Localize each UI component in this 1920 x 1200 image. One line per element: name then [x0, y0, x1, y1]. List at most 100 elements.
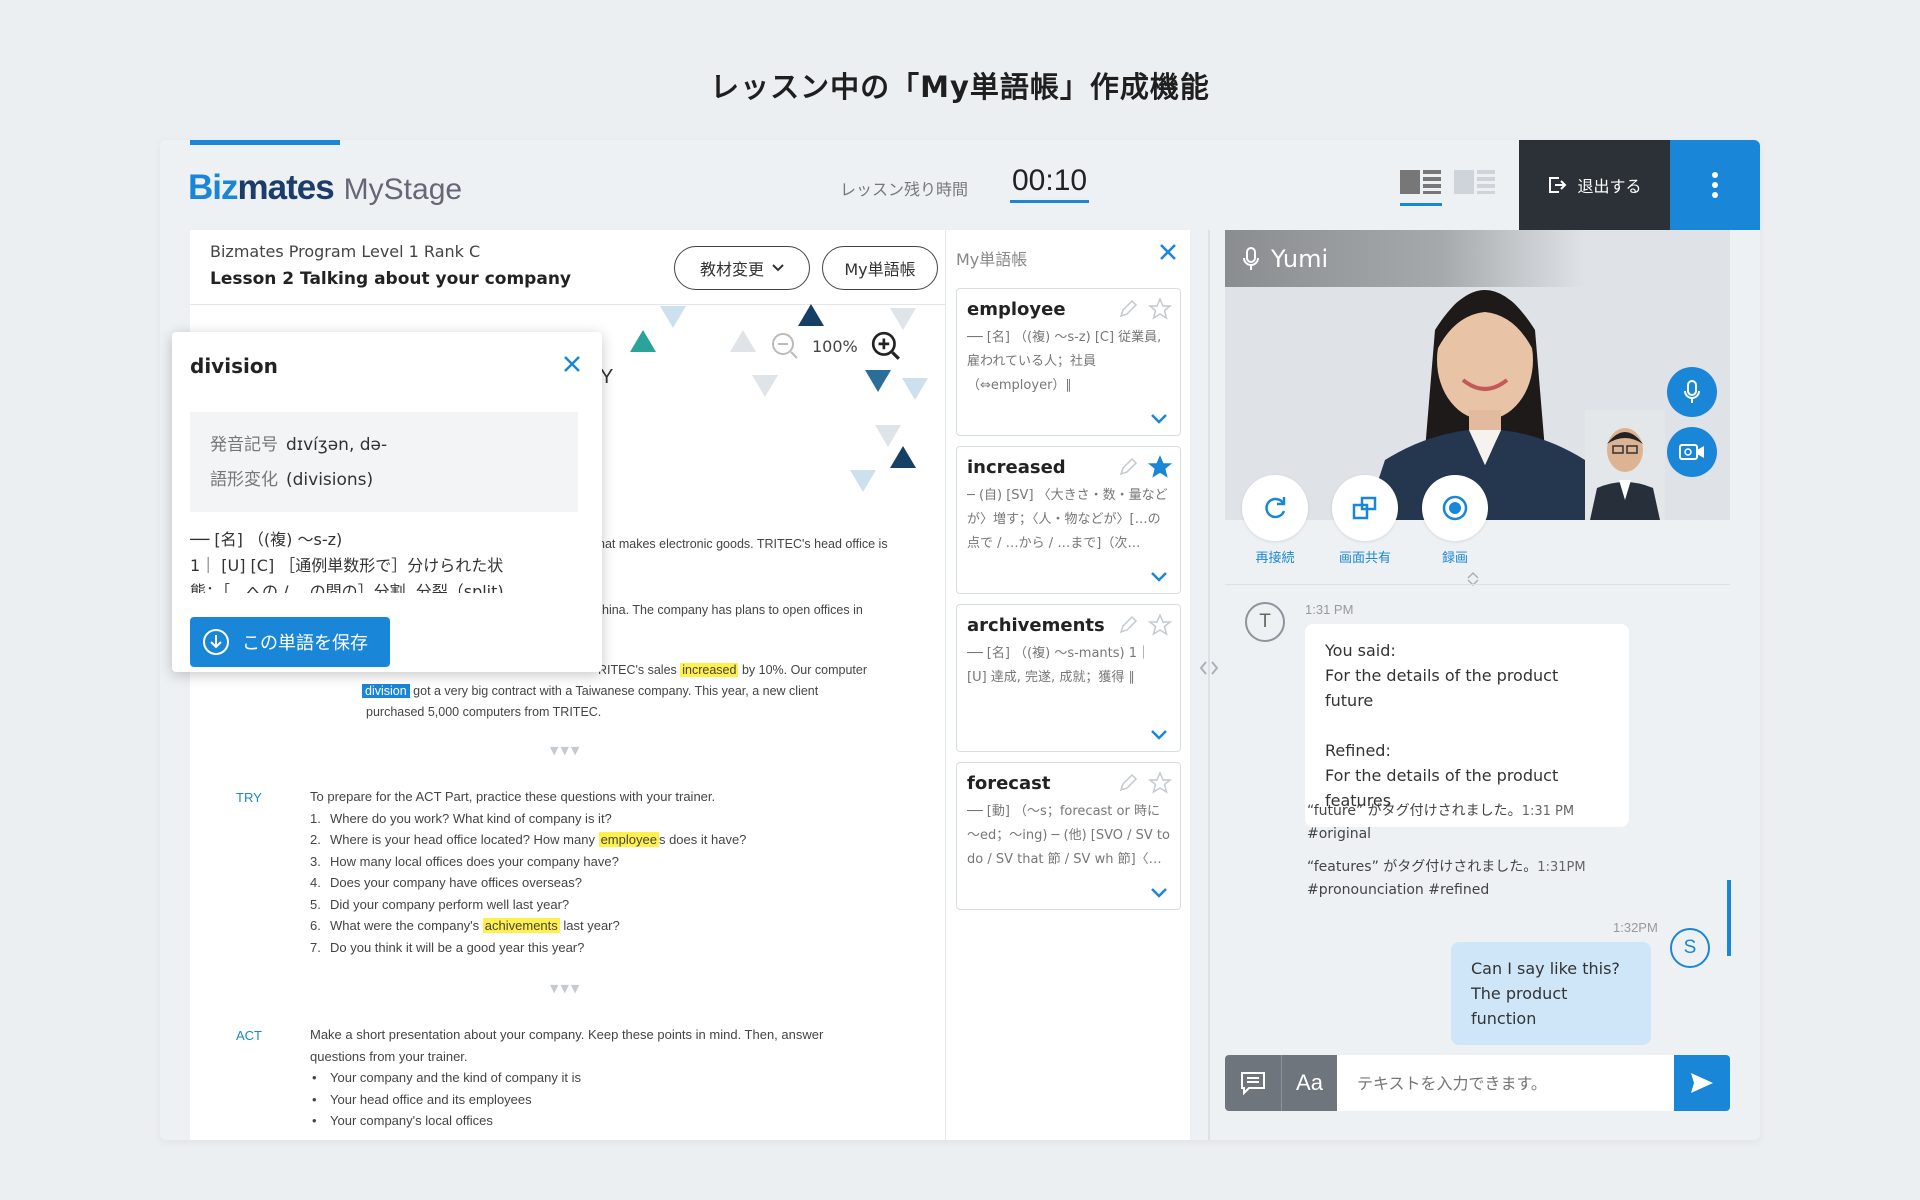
my-message-bubble: Can I say like this? The product functio… — [1451, 942, 1651, 1045]
reconnect-label: 再接続 — [1255, 551, 1295, 566]
chevron-down-icon[interactable] — [1150, 729, 1168, 741]
my-vocab-panel: My単語帳 employee ── [名] （(複) ～s-z) [C] 従業員… — [945, 230, 1190, 1140]
program-label: Bizmates Program Level 1 Rank C — [210, 242, 481, 261]
save-word-label: この単語を保存 — [242, 633, 368, 654]
record-button[interactable]: 録画 — [1422, 475, 1488, 566]
inflection-value: (divisions) — [286, 470, 374, 490]
vocab-panel-title: My単語帳 — [956, 250, 1028, 269]
pencil-icon[interactable] — [1118, 615, 1138, 635]
layout-single-icon[interactable] — [1454, 170, 1496, 198]
vocab-card[interactable]: forecast ── [動] （～s；forecast or 時に～ed；～i… — [956, 762, 1181, 910]
resize-arrows-icon[interactable] — [1200, 660, 1218, 676]
chat-scrollbar[interactable] — [1727, 880, 1731, 956]
decor-triangle — [752, 375, 778, 397]
vocab-card[interactable]: employee ── [名] （(複) ～s-z) [C] 従業員, 雇われて… — [956, 288, 1181, 436]
send-button[interactable] — [1674, 1055, 1730, 1111]
zoom-level: 100% — [812, 336, 858, 356]
zoom-in-icon[interactable] — [870, 330, 902, 362]
inflection-label: 語形変化 — [210, 470, 278, 490]
tag-notice: “features” がタグ付けされました。1:31PM #pronouncia… — [1307, 856, 1586, 901]
screen-share-button[interactable]: 画面共有 — [1332, 475, 1398, 566]
vocab-definition: ── [名] （(複) ～s-z) [C] 従業員, 雇われている人；社員（⇔e… — [967, 330, 1162, 393]
microphone-icon — [1243, 246, 1259, 270]
close-icon[interactable] — [562, 354, 582, 374]
logo-biz: Biz — [188, 168, 238, 207]
pencil-icon[interactable] — [1118, 457, 1138, 477]
decor-triangle — [660, 306, 686, 328]
timer-value: 00:10 — [1010, 164, 1090, 203]
record-label: 録画 — [1441, 551, 1468, 566]
logo-mates: mates — [237, 168, 335, 207]
exit-icon — [1549, 177, 1567, 193]
decor-triangle — [875, 425, 901, 447]
more-menu-button[interactable] — [1670, 140, 1760, 230]
passage-line: division got a very big contract with a … — [362, 681, 818, 703]
star-outline-icon[interactable] — [1148, 613, 1172, 637]
vocab-card[interactable]: increased ─ (自) [SV] 〈大きさ・数・量などが〉増す；〈人・物… — [956, 446, 1181, 594]
chevron-down-icon[interactable] — [1150, 887, 1168, 899]
star-outline-icon[interactable] — [1148, 297, 1172, 321]
highlight-employee[interactable]: employee — [598, 832, 659, 847]
layout-split-icon[interactable] — [1400, 170, 1442, 206]
list-item: 7. Do you think it will be a good year th… — [310, 939, 585, 955]
message-bubble: You said: For the details of the product… — [1305, 624, 1629, 827]
chat-input-bar: Aa — [1225, 1055, 1730, 1111]
app-window: Bizmates MyStage レッスン残り時間 00:10 退出する Biz… — [160, 140, 1760, 1140]
list-item: 2. Where is your head office located? How… — [310, 832, 747, 847]
decor-triangle — [630, 330, 656, 352]
my-vocab-button[interactable]: My単語帳 — [822, 246, 938, 290]
decor-triangle — [902, 378, 928, 400]
zoom-out-icon[interactable] — [770, 331, 800, 361]
panel-resize-handle[interactable] — [1208, 230, 1210, 1140]
trainer-avatar: T — [1245, 602, 1285, 642]
microphone-icon — [1684, 380, 1700, 403]
highlight-achivements[interactable]: achivements — [482, 918, 560, 933]
list-item: 6. What were the company's achivements la… — [310, 918, 620, 933]
camera-toggle-button[interactable] — [1667, 427, 1717, 477]
decor-triangle — [890, 446, 916, 468]
popup-word-info: 発音記号 dɪvíʒən, də- 語形変化 (divisions) — [190, 412, 578, 512]
send-icon — [1691, 1073, 1713, 1093]
mic-toggle-button[interactable] — [1667, 367, 1717, 417]
close-icon[interactable] — [1158, 242, 1178, 262]
font-size-button[interactable]: Aa — [1281, 1055, 1337, 1111]
decor-triangle — [890, 308, 916, 330]
tag-notice: “future” がタグ付けされました。1:31 PM #original — [1307, 800, 1574, 845]
vocab-card[interactable]: archivements ── [名] （(複) ～s-mants) 1｜ [U… — [956, 604, 1181, 752]
lesson-title: Lesson 2 Talking about your company — [210, 269, 572, 289]
decor-triangle — [865, 370, 891, 392]
chevron-down-icon[interactable] — [1150, 413, 1168, 425]
pencil-icon[interactable] — [1118, 299, 1138, 319]
logo-sub: MyStage — [343, 173, 463, 206]
star-outline-icon[interactable] — [1148, 771, 1172, 795]
exit-button[interactable]: 退出する — [1519, 140, 1670, 230]
passage-line: hat makes electronic goods. TRITEC's hea… — [598, 537, 888, 551]
reconnect-button[interactable]: 再接続 — [1242, 475, 1308, 566]
logo: Bizmates MyStage — [188, 168, 462, 208]
highlight-increased[interactable]: increased — [680, 663, 739, 677]
change-material-button[interactable]: 教材変更 — [674, 246, 810, 290]
try-instructions: To prepare for the ACT Part, practice th… — [310, 786, 746, 958]
list-item: 3. How many local offices does your compa… — [310, 853, 619, 869]
trainer-name-bar: Yumi — [1225, 230, 1585, 287]
phrase-list-button[interactable] — [1225, 1055, 1281, 1111]
material-title-fragment: Y — [600, 366, 614, 388]
exit-label: 退出する — [1577, 177, 1642, 196]
save-word-button[interactable]: この単語を保存 — [190, 617, 390, 667]
pronunciation-value: dɪvíʒən, də- — [286, 435, 388, 455]
chat-input[interactable] — [1337, 1055, 1674, 1111]
pronunciation-label: 発音記号 — [210, 435, 278, 455]
download-icon — [203, 629, 229, 655]
page-heading: レッスン中の「My単語帳」作成機能 — [710, 70, 1210, 104]
passage-line: purchased 5,000 computers from TRITEC. — [366, 705, 602, 719]
change-material-label: 教材変更 — [699, 260, 764, 279]
selected-word-division[interactable]: division — [362, 684, 410, 698]
popup-word: division — [190, 354, 278, 378]
chevron-down-icon[interactable] — [1150, 571, 1168, 583]
star-filled-icon[interactable] — [1148, 455, 1172, 479]
section-separator: ▼▼▼ — [550, 744, 582, 757]
decor-triangle — [730, 330, 756, 352]
list-item: 5. Did your company perform well last yea… — [310, 896, 570, 912]
decor-triangle — [798, 304, 824, 326]
pencil-icon[interactable] — [1118, 773, 1138, 793]
